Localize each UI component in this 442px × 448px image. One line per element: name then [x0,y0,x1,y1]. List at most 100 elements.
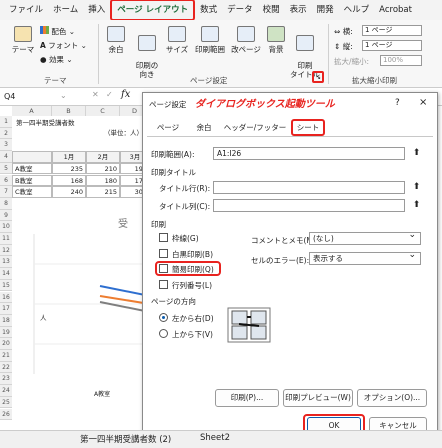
column-header[interactable]: C [86,106,120,116]
themes-button[interactable]: テーマ [6,26,40,55]
orientation-button[interactable]: 印刷の 向き [132,26,162,79]
close-icon[interactable]: × [419,97,427,108]
unit-cell[interactable]: （単位：人） [104,128,143,138]
confirm-edit-icon[interactable]: ✓ [106,90,113,99]
menu-tab[interactable]: Acrobat [374,0,417,20]
print-button[interactable]: 印刷(P)... [215,389,279,407]
print-area-button[interactable]: 印刷範囲 [192,26,228,55]
row-header[interactable]: 25 [0,396,12,409]
breaks-button[interactable]: 改ページ [230,26,262,55]
menu-tab[interactable]: データ [222,0,258,20]
tab-margins[interactable]: 余白 [191,121,217,135]
table-cell[interactable]: 2月 [86,151,120,163]
gridlines-checkbox[interactable] [159,233,168,242]
row-header[interactable]: 11 [0,233,12,245]
fonts-button[interactable]: A フォント ⌄ [40,40,87,51]
column-header[interactable]: A [12,106,52,116]
fx-icon[interactable]: fx [121,89,130,100]
row-header[interactable]: 14 [0,268,12,280]
row-header[interactable]: 16 [0,291,12,304]
black-white-checkbox[interactable] [159,249,168,258]
column-header[interactable]: B [52,106,86,116]
table-cell[interactable] [12,151,52,163]
row-col-headings-checkbox[interactable] [159,280,168,289]
title-cols-input[interactable] [213,199,405,212]
row-header[interactable]: 9 [0,209,12,222]
size-button[interactable]: サイズ [164,26,190,55]
print-preview-button[interactable]: 印刷プレビュー(W) [283,389,353,407]
width-select[interactable]: 1 ページ [362,25,422,36]
background-button[interactable]: 背景 [264,26,288,55]
comments-select[interactable]: (なし) [309,230,421,245]
worksheet[interactable]: ABCD 1 2 3 4 5 6 7 8 9 10 11 12 13 14 15 16 17 18 19 20 21 22… [0,106,150,426]
menu-tab[interactable]: 校閲 [258,0,285,20]
table-cell[interactable]: 1月 [52,151,86,163]
page-setup-launcher-icon[interactable]: ↘ [312,71,324,83]
scale-input[interactable]: 100% [380,55,422,66]
line-chart[interactable] [14,204,150,414]
tab-header-footer[interactable]: ヘッダー/フッター [223,121,287,135]
row-header[interactable]: 3 [0,139,12,152]
row-header[interactable]: 2 [0,127,12,140]
row-header[interactable]: 21 [0,350,12,362]
table-cell[interactable]: 168 [52,174,86,187]
row-header[interactable]: 1 [0,116,12,128]
height-select[interactable]: 1 ページ [362,40,422,51]
draft-quality-checkbox[interactable] [159,264,168,273]
table-cell[interactable]: 210 [86,162,120,175]
menu-tab[interactable]: ファイル [4,0,48,20]
colors-button[interactable]: 配色 ⌄ [40,26,75,37]
cell-errors-select[interactable]: 表示する [309,250,421,265]
row-header[interactable]: 7 [0,186,12,198]
order-across-radio[interactable] [159,313,168,322]
row-header[interactable]: 10 [0,221,12,233]
menu-tab[interactable]: 挿入 [83,0,110,20]
tab-page[interactable]: ページ [153,121,183,135]
margins-button[interactable]: 余白 [104,26,128,55]
collapse-dialog-icon[interactable]: ⬆ [411,147,422,160]
table-cell[interactable]: 180 [86,174,120,187]
order-down-radio[interactable] [159,329,168,338]
table-cell[interactable]: A教室 [12,162,52,175]
row-header[interactable]: 15 [0,279,12,292]
row-header[interactable]: 20 [0,338,12,350]
row-header[interactable]: 18 [0,314,12,327]
table-cell[interactable]: 235 [52,162,86,175]
menu-tab[interactable]: 数式 [195,0,222,20]
row-header[interactable]: 17 [0,303,12,315]
menu-tab[interactable]: 表示 [285,0,312,20]
menu-tab[interactable]: ホーム [48,0,83,20]
row-header[interactable]: 26 [0,408,12,421]
effects-button[interactable]: ● 効果 ⌄ [40,54,73,65]
row-header[interactable]: 13 [0,256,12,269]
sheet-title-cell[interactable]: 第一四半期受講者数 [16,118,75,128]
collapse-dialog-icon[interactable]: ⬆ [411,181,422,194]
menu-tab[interactable]: ヘルプ [339,0,375,20]
tab-sheet[interactable]: シート [291,119,325,136]
sheet-tab-1[interactable]: 第一四半期受講者数 (2) [80,433,171,445]
table-cell[interactable]: C教室 [12,186,52,198]
table-cell[interactable]: 215 [86,186,120,198]
collapse-dialog-icon[interactable]: ⬆ [411,199,422,212]
row-header[interactable]: 22 [0,361,12,374]
row-header[interactable]: 12 [0,244,12,257]
menu-tab[interactable]: 開発 [312,0,339,20]
options-button[interactable]: オプション(O)... [357,389,427,407]
row-header[interactable]: 24 [0,385,12,397]
row-header[interactable]: 23 [0,373,12,386]
row-header[interactable]: 8 [0,197,12,210]
table-cell[interactable]: 240 [52,186,86,198]
print-area-input[interactable]: A1:I26 [213,147,405,160]
row-header[interactable]: 4 [0,151,12,163]
table-cell[interactable]: B教室 [12,174,52,187]
row-header[interactable]: 5 [0,162,12,175]
name-box[interactable]: Q4 [4,91,58,103]
title-rows-input[interactable] [213,181,405,194]
menu-tab[interactable]: ページ レイアウト [110,0,196,21]
help-icon[interactable]: ? [395,98,400,108]
sheet-tab-2[interactable]: Sheet2 [200,433,230,443]
cancel-edit-icon[interactable]: ✕ [92,90,99,99]
row-header[interactable]: 19 [0,326,12,339]
row-header[interactable]: 6 [0,174,12,187]
name-box-dropdown-icon[interactable]: ⌄ [60,91,67,100]
